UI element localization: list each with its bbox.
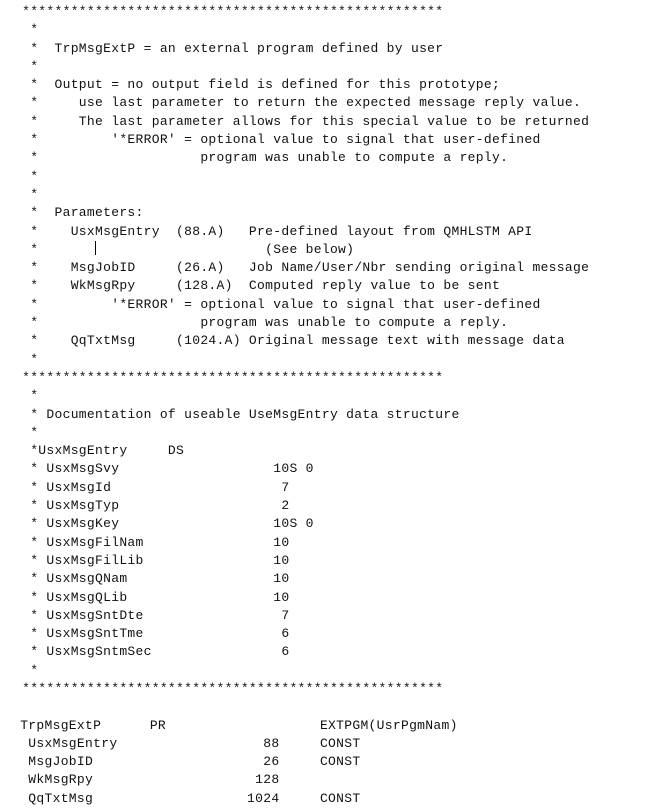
source-line[interactable]: * Output = no output field is defined fo… — [14, 76, 660, 94]
source-line[interactable]: * (See below) — [14, 240, 660, 259]
source-line[interactable]: * program was unable to compute a reply. — [14, 149, 660, 167]
source-line[interactable]: D MsgJobID 26 CONST — [14, 753, 660, 771]
source-line[interactable]: * — [14, 186, 660, 204]
source-line[interactable]: * — [14, 21, 660, 39]
source-line[interactable]: * '*ERROR' = optional value to signal th… — [14, 131, 660, 149]
source-line[interactable]: D TrpMsgExtP PR EXTPGM(UsrPgmNam) — [14, 717, 660, 735]
source-listing[interactable]: ****************************************… — [14, 3, 660, 810]
source-line[interactable]: * '*ERROR' = optional value to signal th… — [14, 296, 660, 314]
source-line[interactable]: *UsxMsgEntry DS — [14, 442, 660, 460]
source-line[interactable]: * — [14, 168, 660, 186]
source-line[interactable]: ****************************************… — [14, 680, 660, 698]
source-line[interactable]: * UsxMsgSvy 10S 0 — [14, 460, 660, 478]
source-line[interactable]: * WkMsgRpy (128.A) Computed reply value … — [14, 277, 660, 295]
source-line[interactable]: * UsxMsgTyp 2 — [14, 497, 660, 515]
source-line[interactable]: * program was unable to compute a reply. — [14, 314, 660, 332]
source-line[interactable]: ****************************************… — [14, 3, 660, 21]
source-line[interactable]: * UsxMsgFilNam 10 — [14, 534, 660, 552]
source-line[interactable]: * — [14, 351, 660, 369]
source-line[interactable]: * Parameters: — [14, 204, 660, 222]
source-line[interactable]: * UsxMsgQLib 10 — [14, 589, 660, 607]
source-line[interactable]: * UsxMsgFilLib 10 — [14, 552, 660, 570]
source-line[interactable]: * Documentation of useable UseMsgEntry d… — [14, 406, 660, 424]
source-line[interactable] — [14, 698, 660, 716]
text-cursor — [94, 240, 96, 255]
source-line[interactable]: ****************************************… — [14, 369, 660, 387]
source-line[interactable]: D QqTxtMsg 1024 CONST — [14, 790, 660, 808]
source-line[interactable]: * UsxMsgSntDte 7 — [14, 607, 660, 625]
source-line[interactable]: * — [14, 58, 660, 76]
source-line[interactable]: * TrpMsgExtP = an external program defin… — [14, 40, 660, 58]
source-line[interactable]: * UsxMsgId 7 — [14, 479, 660, 497]
source-line[interactable]: * — [14, 424, 660, 442]
source-line[interactable]: * UsxMsgKey 10S 0 — [14, 515, 660, 533]
source-line[interactable]: * UsxMsgSntTme 6 — [14, 625, 660, 643]
source-line[interactable]: * MsgJobID (26.A) Job Name/User/Nbr send… — [14, 259, 660, 277]
source-line[interactable]: * UsxMsgEntry (88.A) Pre-defined layout … — [14, 223, 660, 241]
source-line[interactable]: D WkMsgRpy 128 — [14, 771, 660, 789]
source-line[interactable]: * UsxMsgQNam 10 — [14, 570, 660, 588]
source-line[interactable]: * — [14, 662, 660, 680]
source-line[interactable]: * UsxMsgSntmSec 6 — [14, 643, 660, 661]
source-line[interactable]: * — [14, 387, 660, 405]
source-line[interactable]: * QqTxtMsg (1024.A) Original message tex… — [14, 332, 660, 350]
source-line[interactable]: * The last parameter allows for this spe… — [14, 113, 660, 131]
source-line[interactable]: D UsxMsgEntry 88 CONST — [14, 735, 660, 753]
source-line[interactable]: * use last parameter to return the expec… — [14, 94, 660, 112]
